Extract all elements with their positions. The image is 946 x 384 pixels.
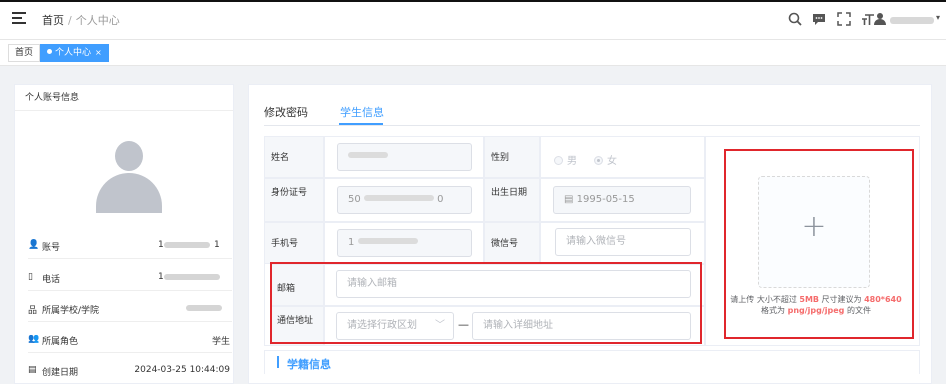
breadcrumb-home[interactable]: 首页 [42, 14, 64, 27]
tag-home-label: 首页 [15, 48, 34, 58]
phone-icon: ▯ [28, 272, 33, 282]
name-input[interactable] [337, 143, 472, 171]
info-value: 2024-03-25 10:44:09 [134, 365, 230, 375]
calendar-icon: ▤ [28, 365, 37, 375]
breadcrumb-separator: / [68, 14, 72, 27]
redacted-value [357, 238, 418, 244]
wechat-input[interactable]: 请输入微信号 [555, 228, 691, 256]
username-redacted[interactable] [890, 17, 934, 24]
info-label: 所属学校/学院 [42, 306, 100, 316]
info-value: 学生 [211, 337, 230, 347]
info-value-suffix: 1 [214, 240, 220, 250]
phone-input[interactable]: 1 [337, 229, 472, 257]
active-dot-icon [47, 49, 52, 54]
org-icon: 品 [28, 306, 38, 316]
section-title: 学籍信息 [287, 358, 331, 371]
user-icon: 👤 [28, 240, 40, 250]
info-label: 创建日期 [42, 368, 79, 378]
redacted-value [164, 274, 220, 280]
user-icon[interactable] [873, 12, 887, 26]
highlight-box-photo [724, 149, 914, 339]
label-idcard: 身份证号 [264, 178, 324, 222]
tag-close-icon[interactable]: × [95, 48, 102, 57]
fullscreen-icon[interactable] [837, 12, 851, 26]
tab-active-indicator [339, 123, 383, 125]
tag-profile-label: 个人中心 [55, 48, 92, 58]
info-row-account: 👤 账号 1 1 [28, 229, 232, 259]
tab-student-info[interactable]: 学生信息 [340, 104, 384, 120]
gender-female-radio[interactable]: 女 [594, 152, 617, 167]
account-info-title: 个人账号信息 [15, 85, 233, 111]
tab-change-password[interactable]: 修改密码 [264, 104, 308, 120]
label-gender: 性别 [484, 136, 540, 178]
gender-male-label: 男 [567, 156, 577, 167]
menu-toggle-icon[interactable] [12, 12, 26, 24]
info-value: 1 [158, 272, 164, 282]
section-bar [277, 356, 279, 368]
top-bar: 首页 / 个人中心 ▾ [0, 0, 946, 40]
redacted-value [186, 305, 222, 311]
birth-date-value: 1995-05-15 [576, 194, 635, 205]
idcard-prefix: 50 [348, 194, 361, 205]
window-top-edge [0, 0, 946, 2]
label-birth: 出生日期 [484, 178, 540, 222]
radio-selected-icon [594, 156, 603, 165]
info-row-created: ▤ 创建日期 2024-03-25 10:44:09 [28, 354, 232, 384]
redacted-value [348, 152, 388, 158]
section-header: 学籍信息 [264, 350, 920, 374]
highlight-box-contact [270, 262, 702, 344]
label-wechat: 微信号 [484, 222, 540, 264]
tag-profile[interactable]: 个人中心 × [40, 44, 109, 62]
label-phone: 手机号 [264, 222, 324, 264]
breadcrumb: 首页 / 个人中心 [42, 12, 120, 28]
chat-icon[interactable] [812, 13, 826, 26]
redacted-value [363, 195, 434, 201]
radio-icon [554, 156, 563, 165]
info-row-role: 👥 所属角色 学生 [28, 323, 232, 353]
breadcrumb-current: 个人中心 [75, 14, 120, 27]
tag-home[interactable]: 首页 [8, 44, 41, 62]
redacted-value [164, 242, 210, 248]
birth-date-input[interactable]: ▤ 1995-05-15 [553, 186, 691, 214]
info-value: 1 [158, 240, 164, 250]
idcard-input[interactable]: 50 0 [337, 186, 472, 214]
tab-border [264, 125, 920, 126]
phone-prefix: 1 [348, 237, 355, 248]
gender-female-label: 女 [607, 156, 617, 167]
group-icon: 👥 [28, 334, 40, 344]
info-label: 所属角色 [42, 337, 79, 347]
info-row-phone: ▯ 电话 1 [28, 261, 232, 291]
info-row-school: 品 所属学校/学院 [28, 292, 232, 322]
calendar-icon: ▤ [564, 194, 577, 205]
wechat-placeholder: 请输入微信号 [566, 236, 626, 247]
label-name: 姓名 [264, 136, 324, 178]
tags-view: 首页 个人中心 × [0, 40, 946, 66]
avatar [96, 141, 162, 221]
info-label: 电话 [42, 275, 61, 285]
idcard-suffix: 0 [437, 194, 444, 205]
search-icon[interactable] [788, 12, 802, 26]
dropdown-caret-icon[interactable]: ▾ [936, 13, 940, 22]
gender-male-radio[interactable]: 男 [554, 152, 577, 167]
info-label: 账号 [42, 243, 61, 253]
